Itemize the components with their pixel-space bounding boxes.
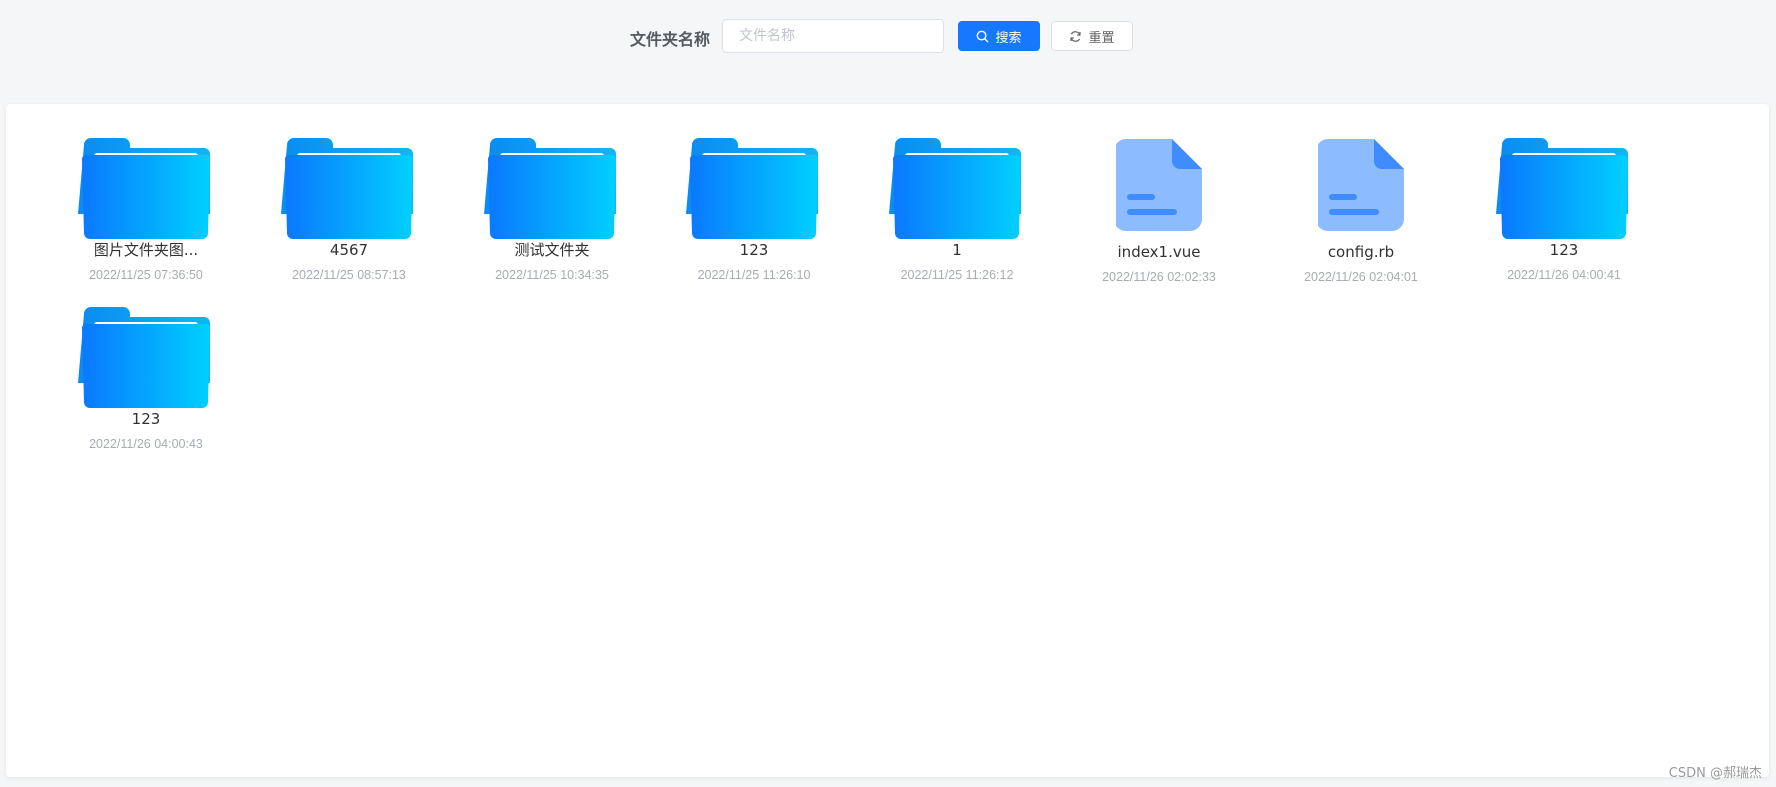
- item-timestamp: 2022/11/26 04:00:43: [89, 437, 203, 451]
- file-icon: [1318, 139, 1404, 231]
- folder-item[interactable]: 123 2022/11/25 11:26:10: [674, 137, 834, 282]
- file-item[interactable]: config.rb 2022/11/26 02:04:01: [1281, 137, 1441, 284]
- watermark: CSDN @郝瑞杰: [1668, 766, 1762, 781]
- item-name: 1: [952, 241, 962, 259]
- reset-button[interactable]: 重置: [1051, 21, 1133, 51]
- search-button[interactable]: 搜索: [958, 21, 1040, 51]
- folder-icon: [889, 138, 1021, 239]
- folder-item[interactable]: 1 2022/11/25 11:26:12: [877, 137, 1037, 282]
- item-timestamp: 2022/11/25 08:57:13: [292, 268, 406, 282]
- refresh-icon: [1070, 30, 1082, 42]
- folder-icon: [78, 307, 210, 408]
- item-name: 123: [739, 241, 769, 259]
- folder-icon: [78, 138, 210, 239]
- item-timestamp: 2022/11/25 11:26:12: [900, 268, 1014, 282]
- file-item[interactable]: index1.vue 2022/11/26 02:02:33: [1079, 137, 1239, 284]
- item-timestamp: 2022/11/25 11:26:10: [697, 268, 811, 282]
- item-timestamp: 2022/11/26 04:00:41: [1507, 268, 1621, 282]
- folder-item[interactable]: 图片文件夹图... 2022/11/25 07:36:50: [66, 137, 226, 282]
- folder-icon: [686, 138, 818, 239]
- item-name: 测试文件夹: [514, 241, 590, 259]
- folder-item[interactable]: 测试文件夹 2022/11/25 10:34:35: [472, 137, 632, 282]
- item-timestamp: 2022/11/25 10:34:35: [495, 268, 609, 282]
- file-list-panel: 图片文件夹图... 2022/11/25 07:36:50 4567 2022/…: [6, 104, 1769, 777]
- item-name: 123: [1549, 241, 1579, 259]
- item-timestamp: 2022/11/26 02:04:01: [1304, 270, 1418, 284]
- item-name: 图片文件夹图...: [93, 241, 199, 259]
- reset-button-label: 重置: [1088, 30, 1115, 46]
- item-name: index1.vue: [1117, 243, 1201, 261]
- file-name-search-input[interactable]: [722, 19, 944, 53]
- folder-icon: [484, 138, 616, 239]
- item-name: 4567: [329, 241, 369, 259]
- folder-icon: [1496, 138, 1628, 239]
- search-button-label: 搜索: [995, 30, 1022, 46]
- item-name: 123: [131, 410, 161, 428]
- folder-name-label: 文件夹名称: [630, 30, 711, 49]
- folder-item[interactable]: 123 2022/11/26 04:00:41: [1484, 137, 1644, 282]
- file-icon: [1116, 139, 1202, 231]
- search-icon: [977, 30, 989, 42]
- folder-icon: [281, 138, 413, 239]
- folder-item[interactable]: 123 2022/11/26 04:00:43: [66, 306, 226, 451]
- item-timestamp: 2022/11/26 02:02:33: [1102, 270, 1216, 284]
- folder-item[interactable]: 4567 2022/11/25 08:57:13: [269, 137, 429, 282]
- item-name: config.rb: [1327, 243, 1395, 261]
- item-timestamp: 2022/11/25 07:36:50: [89, 268, 203, 282]
- search-bar: 文件夹名称 搜索 重置: [0, 19, 1776, 55]
